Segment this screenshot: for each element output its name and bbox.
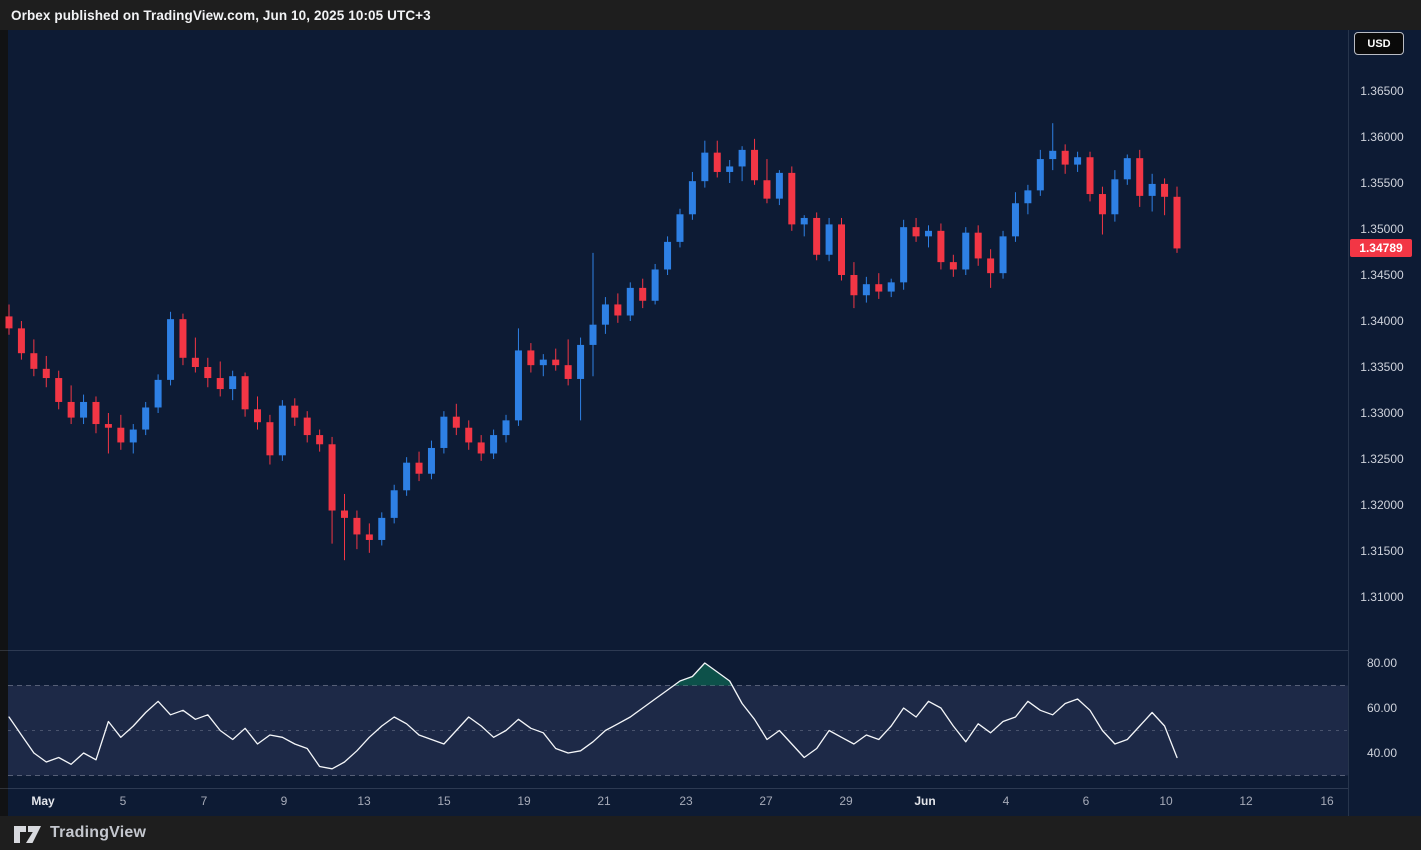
tradingview-logo-icon[interactable] <box>13 822 43 844</box>
price-axis[interactable]: 1.36500 1.36000 1.35500 1.35000 1.34500 1.340… <box>1349 30 1421 788</box>
time-axis-tick: 5 <box>120 794 127 808</box>
price-axis-tick: 1.36500 <box>1349 84 1415 98</box>
header-bar: Orbex published on TradingView.com, Jun … <box>0 0 1421 30</box>
rsi-indicator-pane[interactable] <box>0 650 1348 788</box>
rsi-axis-tick: 80.00 <box>1349 656 1415 670</box>
price-axis-tick: 1.33000 <box>1349 406 1415 420</box>
price-axis-tick: 1.33500 <box>1349 360 1415 374</box>
price-axis-tick: 1.32000 <box>1349 498 1415 512</box>
time-axis-tick: May <box>31 794 54 808</box>
price-axis-tick: 1.36000 <box>1349 130 1415 144</box>
price-axis-tick: 1.35000 <box>1349 222 1415 236</box>
last-price-badge: 1.34789 <box>1350 239 1412 257</box>
time-axis[interactable]: May 5 7 9 13 15 19 21 23 27 29 Jun 4 6 10 12 16 <box>0 789 1348 816</box>
time-axis-tick: 12 <box>1239 794 1252 808</box>
price-axis-tick: 1.35500 <box>1349 176 1415 190</box>
time-axis-tick: 10 <box>1159 794 1172 808</box>
time-axis-tick: 9 <box>281 794 288 808</box>
rsi-axis-tick: 60.00 <box>1349 701 1415 715</box>
time-axis-tick: 13 <box>357 794 370 808</box>
time-axis-tick: 23 <box>679 794 692 808</box>
time-axis-tick: 16 <box>1320 794 1333 808</box>
time-axis-tick: 21 <box>597 794 610 808</box>
price-chart-pane[interactable] <box>0 30 1348 650</box>
time-axis-tick: 29 <box>839 794 852 808</box>
currency-chip[interactable]: USD <box>1354 32 1404 55</box>
tradingview-published-chart: Orbex published on TradingView.com, Jun … <box>0 0 1421 850</box>
footer-bar: TradingView <box>0 816 1421 850</box>
time-axis-tick: 15 <box>437 794 450 808</box>
time-axis-tick: 4 <box>1003 794 1010 808</box>
time-axis-tick: 7 <box>201 794 208 808</box>
price-axis-tick: 1.31500 <box>1349 544 1415 558</box>
time-axis-tick: Jun <box>914 794 935 808</box>
price-axis-tick: 1.34500 <box>1349 268 1415 282</box>
time-axis-tick: 6 <box>1083 794 1090 808</box>
time-axis-tick: 19 <box>517 794 530 808</box>
price-axis-tick: 1.31000 <box>1349 590 1415 604</box>
time-axis-tick: 27 <box>759 794 772 808</box>
rsi-axis-tick: 40.00 <box>1349 746 1415 760</box>
price-axis-tick: 1.34000 <box>1349 314 1415 328</box>
publication-title: Orbex published on TradingView.com, Jun … <box>0 8 431 23</box>
pane-separator[interactable] <box>0 650 1348 651</box>
price-axis-tick: 1.32500 <box>1349 452 1415 466</box>
footer-brand-text[interactable]: TradingView <box>50 824 146 842</box>
